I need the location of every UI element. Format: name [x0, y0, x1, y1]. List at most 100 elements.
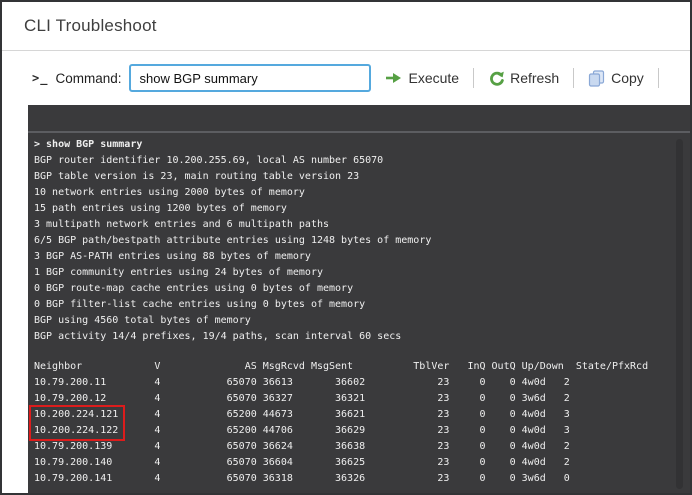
column-header-upDown: Up/Down	[522, 359, 564, 375]
cell-inQ: 0	[455, 375, 485, 391]
column-header-neighbor: Neighbor	[34, 359, 82, 375]
cell-inQ: 0	[455, 471, 485, 487]
cell-outQ: 0	[486, 423, 516, 439]
cell-statePfxRcd: 3	[546, 423, 570, 439]
terminal-output-lines: BGP router identifier 10.200.255.69, loc…	[34, 153, 690, 345]
cell-inQ: 0	[455, 423, 485, 439]
terminal-line: BGP table version is 23, main routing ta…	[34, 169, 690, 185]
cli-troubleshoot-page: CLI Troubleshoot >_ Command: Execute	[2, 2, 690, 493]
cell-msgSent: 36602	[335, 375, 365, 391]
cell-msgSent: 36621	[335, 407, 365, 423]
page-title: CLI Troubleshoot	[24, 16, 157, 36]
execute-button[interactable]: Execute	[385, 70, 459, 86]
bgp-table-header: NeighborVASMsgRcvdMsgSentTblVerInQOutQUp…	[34, 359, 690, 375]
title-bar: CLI Troubleshoot	[2, 2, 690, 51]
cell-neighbor: 10.200.224.122	[34, 423, 118, 439]
terminal-panel: > show BGP summary BGP router identifier…	[28, 105, 690, 493]
bgp-table-row: 10.79.200.141465070363183632623003w6d0	[34, 471, 690, 487]
terminal-line: 15 path entries using 1200 bytes of memo…	[34, 201, 690, 217]
cell-as: 65070	[191, 439, 257, 455]
cell-tblVer: 23	[395, 439, 449, 455]
cell-neighbor: 10.79.200.12	[34, 391, 106, 407]
command-label: Command:	[55, 71, 121, 86]
refresh-icon	[488, 71, 504, 86]
terminal-line: BGP activity 14/4 prefixes, 19/4 paths, …	[34, 329, 690, 345]
terminal-line: 0 BGP route-map cache entries using 0 by…	[34, 281, 690, 297]
cell-upDown: 4w0d	[522, 423, 546, 439]
terminal-line: BGP router identifier 10.200.255.69, loc…	[34, 153, 690, 169]
cell-as: 65070	[191, 471, 257, 487]
cell-outQ: 0	[486, 407, 516, 423]
cell-as: 65200	[191, 407, 257, 423]
cell-v: 4	[154, 439, 160, 455]
refresh-label: Refresh	[510, 70, 559, 86]
cell-upDown: 3w6d	[522, 391, 546, 407]
column-header-as: AS	[191, 359, 257, 375]
terminal-line: 6/5 BGP path/bestpath attribute entries …	[34, 233, 690, 249]
divider	[473, 68, 474, 88]
terminal-scrollbar[interactable]	[676, 139, 683, 489]
column-header-outQ: OutQ	[486, 359, 516, 375]
execute-arrow-icon	[385, 72, 402, 84]
terminal-line: 3 BGP AS-PATH entries using 88 bytes of …	[34, 249, 690, 265]
cell-tblVer: 23	[395, 423, 449, 439]
cell-statePfxRcd: 2	[546, 375, 570, 391]
command-input[interactable]	[129, 64, 371, 92]
terminal-command-line: > show BGP summary	[34, 137, 690, 153]
bgp-table-row: 10.79.200.139465070366243663823004w0d2	[34, 439, 690, 455]
column-header-msgRcvd: MsgRcvd	[263, 359, 305, 375]
cell-msgRcvd: 44673	[263, 407, 293, 423]
cell-outQ: 0	[486, 375, 516, 391]
bgp-table-row: 10.79.200.12465070363273632123003w6d2	[34, 391, 690, 407]
cell-upDown: 4w0d	[522, 407, 546, 423]
cell-tblVer: 23	[395, 375, 449, 391]
bgp-table-rows: 10.79.200.11465070366133660223004w0d210.…	[34, 375, 690, 487]
cell-msgRcvd: 36318	[263, 471, 293, 487]
cell-upDown: 4w0d	[522, 439, 546, 455]
terminal-line: BGP using 4560 total bytes of memory	[34, 313, 690, 329]
terminal-line: 3 multipath network entries and 6 multip…	[34, 217, 690, 233]
terminal-header-strip	[28, 105, 690, 133]
cell-v: 4	[154, 375, 160, 391]
cell-upDown: 4w0d	[522, 455, 546, 471]
divider	[658, 68, 659, 88]
cell-statePfxRcd: 3	[546, 407, 570, 423]
cell-msgRcvd: 36624	[263, 439, 293, 455]
refresh-button[interactable]: Refresh	[488, 70, 559, 86]
cell-inQ: 0	[455, 407, 485, 423]
cell-msgSent: 36629	[335, 423, 365, 439]
cell-outQ: 0	[486, 471, 516, 487]
cell-as: 65070	[191, 375, 257, 391]
cell-v: 4	[154, 455, 160, 471]
cell-v: 4	[154, 423, 160, 439]
column-header-tblVer: TblVer	[395, 359, 449, 375]
cell-msgRcvd: 36327	[263, 391, 293, 407]
terminal-output: > show BGP summary BGP router identifier…	[28, 133, 690, 487]
cell-outQ: 0	[486, 439, 516, 455]
divider	[573, 68, 574, 88]
cell-statePfxRcd: 2	[546, 439, 570, 455]
cell-upDown: 4w0d	[522, 375, 546, 391]
bgp-table-row: 10.79.200.140465070366043662523004w0d2	[34, 455, 690, 471]
copy-button[interactable]: Copy	[588, 70, 644, 87]
cell-neighbor: 10.79.200.11	[34, 375, 106, 391]
cell-neighbor: 10.79.200.141	[34, 471, 112, 487]
cell-statePfxRcd: 2	[546, 455, 570, 471]
terminal-prompt-icon: >_	[32, 71, 48, 85]
bgp-table-row: 10.200.224.122465200447063662923004w0d3	[34, 423, 690, 439]
terminal-line: 0 BGP filter-list cache entries using 0 …	[34, 297, 690, 313]
copy-label: Copy	[611, 70, 644, 86]
column-header-v: V	[154, 359, 160, 375]
bgp-table-row: 10.79.200.11465070366133660223004w0d2	[34, 375, 690, 391]
cell-neighbor: 10.200.224.121	[34, 407, 118, 423]
cell-upDown: 3w6d	[522, 471, 546, 487]
column-header-msgSent: MsgSent	[311, 359, 353, 375]
copy-icon	[588, 70, 605, 87]
bgp-table-row: 10.200.224.121465200446733662123004w0d3	[34, 407, 690, 423]
column-header-statePfxRcd: State/PfxRcd	[576, 359, 648, 375]
terminal-line: 10 network entries using 2000 bytes of m…	[34, 185, 690, 201]
terminal-line: 1 BGP community entries using 24 bytes o…	[34, 265, 690, 281]
cell-as: 65070	[191, 391, 257, 407]
cell-statePfxRcd: 0	[546, 471, 570, 487]
cell-inQ: 0	[455, 391, 485, 407]
